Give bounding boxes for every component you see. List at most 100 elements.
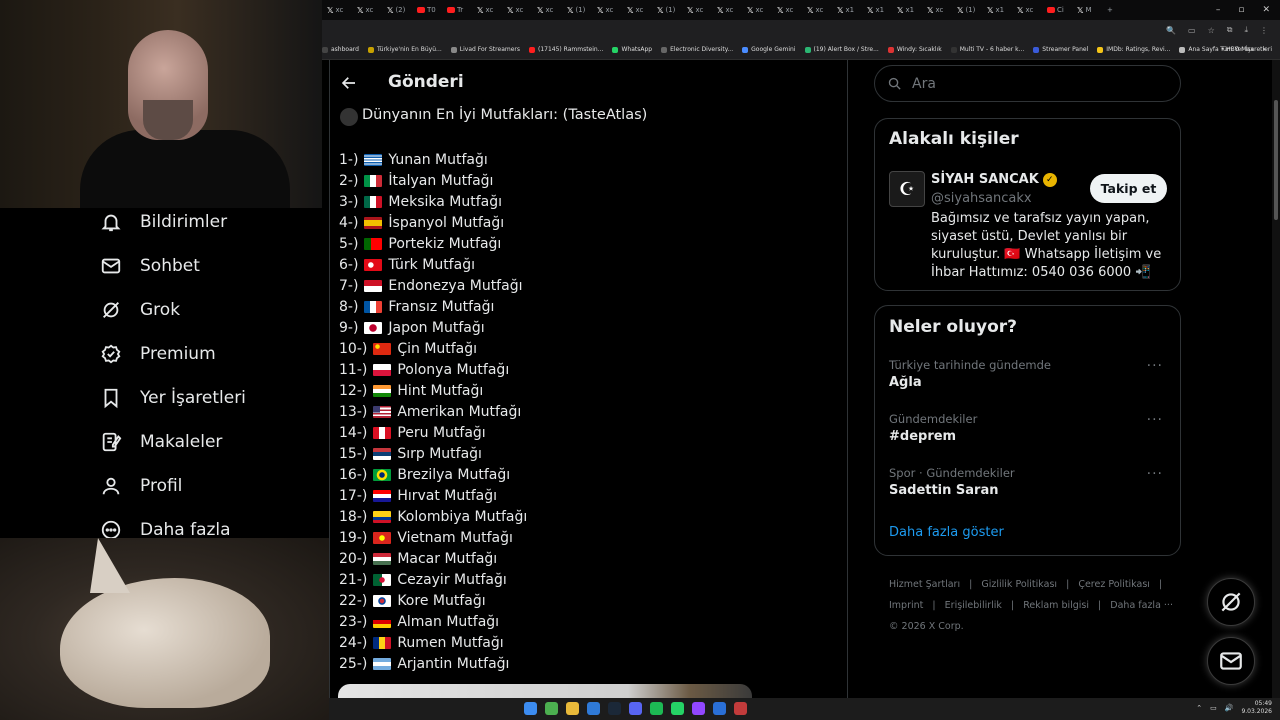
account-name[interactable]: SİYAH SANCAK ✓ [931,172,1057,187]
search-input[interactable]: Ara [874,65,1181,102]
browser-tab[interactable]: 𝕏M [1072,0,1102,20]
browser-tab[interactable]: 𝕏x1 [982,0,1012,20]
tray-chevron-icon[interactable]: ⌃ [1196,704,1202,712]
extensions-icon[interactable]: ⧉ [1227,25,1233,35]
page-scrollbar[interactable] [1272,60,1280,700]
bookmark-item[interactable]: Streamer Panel [1033,46,1088,53]
browser-tab[interactable]: 𝕏xc [592,0,622,20]
x-logo-icon: 𝕏 [507,5,514,15]
browser-tab[interactable]: 𝕏xc [322,0,352,20]
whatsapp-icon[interactable] [671,702,684,715]
browser-tab[interactable]: 𝕏 (1) [652,0,682,20]
start-icon[interactable] [524,702,537,715]
trend-item[interactable]: Türkiye tarihinde gündemde Ağla ··· [889,358,1169,390]
clock[interactable]: 05:49 9.03.2026 [1241,700,1272,716]
app-icon[interactable] [734,702,747,715]
app-icon[interactable] [713,702,726,715]
bookmark-item[interactable]: Google Gemini [742,46,796,53]
zoom-icon[interactable]: 🔍 [1166,26,1176,35]
sidebar-item-bookmark[interactable]: Yer İşaretleri [100,387,246,409]
browser-tab[interactable]: 𝕏x1 [892,0,922,20]
browser-tab[interactable]: 𝕏xc [472,0,502,20]
footer-link[interactable]: Erişilebilirlik [945,600,1002,611]
avatar[interactable] [340,108,358,126]
restore-icon[interactable]: ▫ [1238,5,1244,15]
bookmark-item[interactable]: (17145) Rammstein... [529,46,603,53]
sidebar-item-grok[interactable]: Grok [100,299,180,321]
more-options-icon[interactable]: ··· [1147,412,1163,428]
more-options-icon[interactable]: ··· [1147,358,1163,374]
browser-tab[interactable]: Ci [1042,0,1072,20]
more-options-icon[interactable]: ··· [1147,466,1163,482]
footer-link[interactable]: Çerez Politikası [1078,579,1150,590]
browser-tab[interactable]: 𝕏xc [532,0,562,20]
discord-icon[interactable] [629,702,642,715]
sidebar-item-article[interactable]: Makaleler [100,431,222,453]
app-icon[interactable] [587,702,600,715]
star-icon[interactable]: ☆ [1208,26,1215,35]
bookmark-item[interactable]: ashboard [322,46,359,53]
network-icon[interactable]: ▭ [1210,704,1217,712]
browser-tab[interactable]: Tr [442,0,472,20]
all-bookmarks-link[interactable]: Tüm Yer İşaretleri [1220,46,1272,53]
browser-tab[interactable]: 𝕏xc [1012,0,1042,20]
spotify-icon[interactable] [650,702,663,715]
list-item-label: Cezayir Mutfağı [397,571,507,588]
browser-tab[interactable]: 𝕏xc [682,0,712,20]
browser-tab[interactable]: 𝕏xc [712,0,742,20]
browser-tab[interactable]: T0 [412,0,442,20]
bookmark-item[interactable]: Windy: Sıcaklık [887,46,942,53]
bookmark-item[interactable]: Livad For Streamers [450,46,520,53]
new-tab-button[interactable]: + [1102,0,1132,20]
sidebar-item-envelope[interactable]: Sohbet [100,255,200,277]
folder-icon[interactable] [566,702,579,715]
bookmark-item[interactable]: Türkiye'nin En Büyü... [367,46,442,53]
back-arrow-icon[interactable] [340,74,358,92]
menu-icon[interactable]: ⋮ [1260,26,1268,35]
steam-icon[interactable] [608,702,621,715]
footer-link[interactable]: Reklam bilgisi [1023,600,1089,611]
bookmark-item[interactable]: Electronic Diversity... [661,46,733,53]
browser-tab[interactable]: 𝕏xc [922,0,952,20]
footer-separator: | [1098,600,1102,611]
browser-tab[interactable]: 𝕏xc [772,0,802,20]
browser-tab[interactable]: 𝕏xc [502,0,532,20]
bookmark-item[interactable]: IMDb: Ratings, Revi... [1097,46,1170,53]
browser-tab[interactable]: 𝕏 (1) [562,0,592,20]
sidebar-item-bell[interactable]: Bildirimler [100,211,227,233]
browser-tab[interactable]: 𝕏 (2) [382,0,412,20]
minimize-icon[interactable]: – [1216,5,1221,15]
grok-fab-button[interactable] [1207,578,1255,626]
volume-icon[interactable]: 🔊 [1225,704,1234,712]
browser-tab[interactable]: 𝕏xc [622,0,652,20]
avatar[interactable]: ☪ [889,171,925,207]
clock-date: 9.03.2026 [1241,708,1272,715]
follow-button[interactable]: Takip et [1090,174,1167,203]
download-icon[interactable]: ⤓ [1244,25,1248,35]
browser-tab[interactable]: 𝕏x1 [862,0,892,20]
footer-link[interactable]: Imprint [889,600,923,611]
footer-link[interactable]: Hizmet Şartları [889,579,960,590]
cast-icon[interactable]: ▭ [1188,26,1196,35]
browser-tab[interactable]: 𝕏xc [802,0,832,20]
close-icon[interactable]: ✕ [1262,5,1270,15]
browser-tab[interactable]: 𝕏x1 [832,0,862,20]
bookmark-item[interactable]: (19) Alert Box / Stre... [804,46,879,53]
trend-item[interactable]: Spor · Gündemdekiler Sadettin Saran ··· [889,466,1169,498]
chrome-icon[interactable] [545,702,558,715]
sidebar-item-person[interactable]: Profil [100,475,182,497]
trend-item[interactable]: Gündemdekiler #deprem ··· [889,412,1169,444]
messages-fab-button[interactable] [1207,637,1255,685]
show-more-link[interactable]: Daha fazla göster [889,525,1004,540]
browser-tab[interactable]: 𝕏xc [352,0,382,20]
twitch-icon[interactable] [692,702,705,715]
account-handle[interactable]: @siyahsancakx [931,191,1032,206]
footer-link[interactable]: Daha fazla ··· [1110,600,1173,611]
footer-link[interactable]: Gizlilik Politikası [981,579,1057,590]
bookmark-item[interactable]: WhatsApp [612,46,652,53]
x-logo-icon: 𝕏 [1077,5,1084,15]
browser-tab[interactable]: 𝕏xc [742,0,772,20]
bookmark-item[interactable]: Multi TV - 6 haber k... [950,46,1024,53]
sidebar-item-verified[interactable]: Premium [100,343,216,365]
browser-tab[interactable]: 𝕏 (1) [952,0,982,20]
